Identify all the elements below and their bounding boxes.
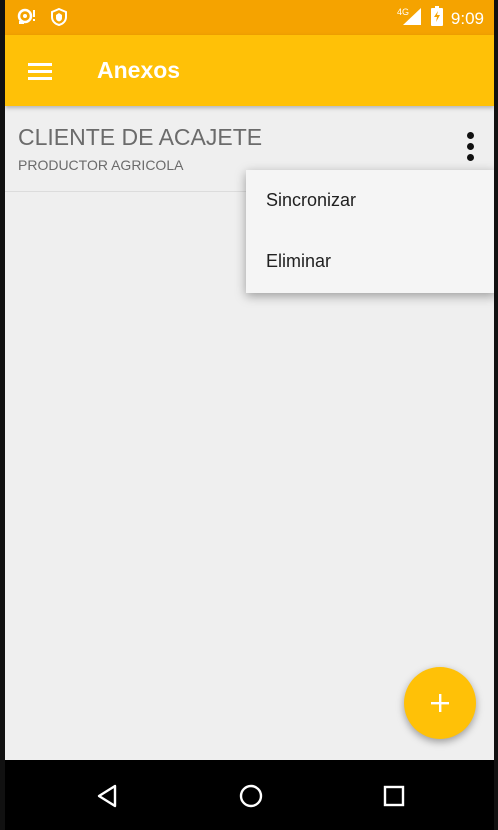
shield-icon: [51, 7, 67, 31]
network-type: 4G: [397, 7, 409, 17]
status-right: 4G 9:09: [397, 6, 484, 31]
more-dot: [466, 153, 474, 161]
list-item-subtitle: PRODUCTOR AGRICOLA: [18, 157, 184, 173]
notification-icon: [17, 8, 37, 31]
recents-icon: [383, 785, 405, 807]
back-button[interactable]: [87, 776, 127, 816]
home-icon: [239, 784, 263, 808]
home-button[interactable]: [231, 776, 271, 816]
more-vert-icon[interactable]: [450, 124, 490, 168]
page-title: Anexos: [97, 57, 181, 83]
hamburger-menu-icon: [28, 63, 52, 80]
overflow-popup-menu: Sincronizar Eliminar: [246, 170, 494, 293]
back-icon: [97, 784, 117, 808]
menu-item-eliminar[interactable]: Eliminar: [246, 231, 494, 292]
status-time: 9:09: [450, 8, 484, 28]
app-screen: 4G 9:09 Anexos CLIENTE DE ACAJETE PRODUC…: [5, 0, 494, 830]
app-bar: Anexos: [5, 35, 494, 106]
more-dot: [466, 142, 474, 150]
menu-item-sincronizar[interactable]: Sincronizar: [246, 170, 494, 231]
recents-button[interactable]: [374, 776, 414, 816]
plus-icon: [431, 694, 449, 712]
system-nav-bar: [5, 760, 494, 830]
battery-icon: [430, 6, 443, 31]
status-left: [17, 7, 67, 31]
signal-icon: 4G: [397, 6, 423, 31]
hamburger-menu-button[interactable]: [20, 51, 60, 91]
status-bar: 4G 9:09: [5, 0, 494, 35]
list-item-title: CLIENTE DE ACAJETE: [18, 124, 263, 150]
more-dot: [466, 131, 474, 139]
add-button[interactable]: [404, 667, 476, 739]
